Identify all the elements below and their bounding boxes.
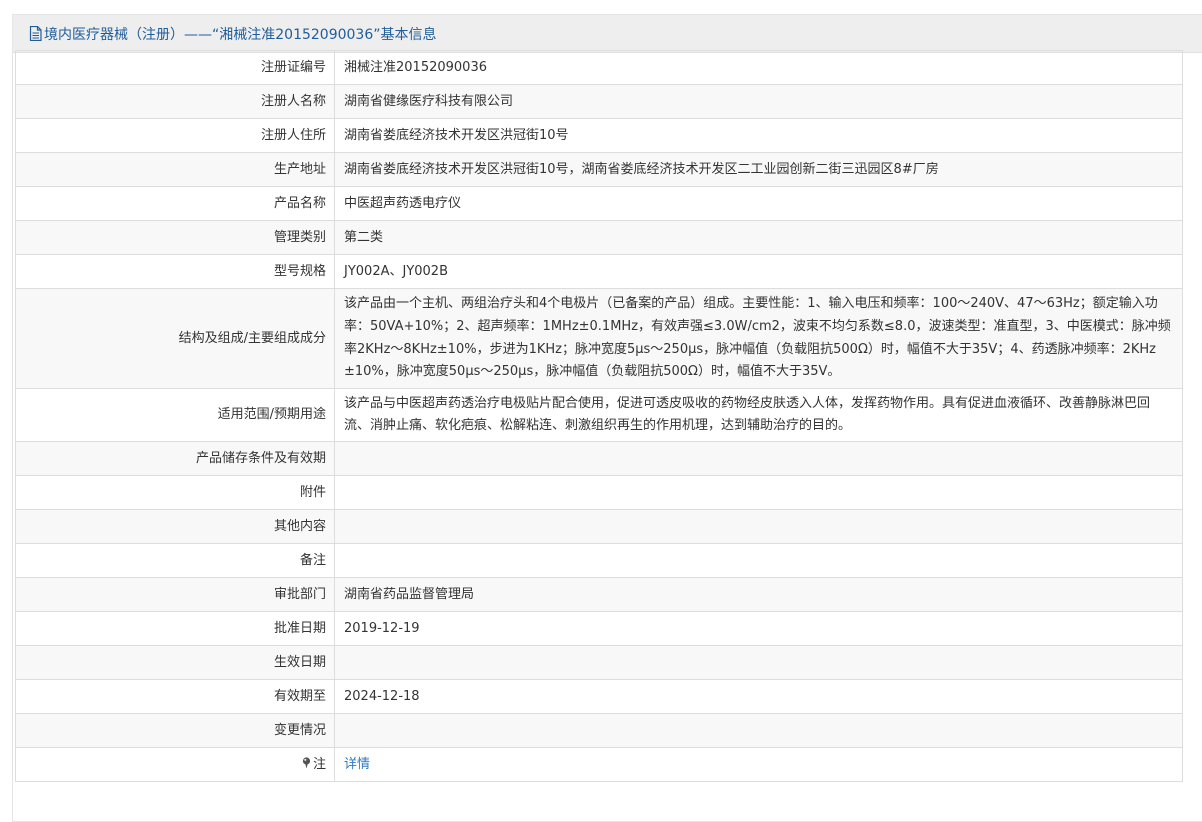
- row-value: JY002A、JY002B: [334, 254, 1183, 289]
- detail-link[interactable]: 详情: [344, 757, 370, 772]
- info-table: 注册证编号 湘械注准20152090036 注册人名称 湖南省健缘医疗科技有限公…: [15, 50, 1183, 783]
- row-label: 生产地址: [15, 152, 335, 187]
- row-value: 湖南省健缘医疗科技有限公司: [334, 84, 1183, 119]
- row-value: 湖南省药品监督管理局: [334, 577, 1183, 613]
- row-label: 批准日期: [15, 611, 335, 647]
- table-row: 批准日期 2019-12-19: [15, 611, 1183, 647]
- table-row: 产品储存条件及有效期: [15, 441, 1183, 477]
- row-value: [334, 645, 1183, 681]
- row-label: 注册人住所: [15, 118, 335, 153]
- row-label: 变更情况: [15, 713, 335, 749]
- row-label: 产品名称: [15, 186, 335, 221]
- row-value: 湖南省娄底经济技术开发区洪冠街10号，湖南省娄底经济技术开发区二工业园创新二街三…: [334, 152, 1183, 187]
- row-label: 有效期至: [15, 679, 335, 715]
- table-row: 审批部门 湖南省药品监督管理局: [15, 577, 1183, 613]
- note-row: 注 详情: [15, 747, 1183, 783]
- row-label: 管理类别: [15, 220, 335, 255]
- table-row: 有效期至 2024-12-18: [15, 679, 1183, 715]
- row-value: [334, 441, 1183, 477]
- row-label: 注册人名称: [15, 84, 335, 119]
- table-row: 变更情况: [15, 713, 1183, 749]
- table-row: 型号规格 JY002A、JY002B: [15, 254, 1183, 289]
- row-label: 审批部门: [15, 577, 335, 613]
- row-value: 中医超声药透电疗仪: [334, 186, 1183, 221]
- table-row: 产品名称 中医超声药透电疗仪: [15, 186, 1183, 221]
- page-title: 境内医疗器械（注册）——“湘械注准20152090036”基本信息: [44, 26, 437, 43]
- table-row: 结构及组成/主要组成成分 该产品由一个主机、两组治疗头和4个电极片（已备案的产品…: [15, 287, 1183, 390]
- row-label: 型号规格: [15, 254, 335, 289]
- row-label: 生效日期: [15, 645, 335, 681]
- row-value: [334, 475, 1183, 511]
- row-value: 第二类: [334, 220, 1183, 255]
- row-label: 备注: [15, 543, 335, 579]
- row-value: [334, 713, 1183, 749]
- table-row: 管理类别 第二类: [15, 220, 1183, 255]
- row-value: 湖南省娄底经济技术开发区洪冠街10号: [334, 118, 1183, 153]
- row-value: 2024-12-18: [334, 679, 1183, 715]
- table-row: 注册人名称 湖南省健缘医疗科技有限公司: [15, 84, 1183, 119]
- note-label: 注: [312, 756, 326, 772]
- table-row: 其他内容: [15, 509, 1183, 545]
- panel-header: 境内医疗器械（注册）——“湘械注准20152090036”基本信息: [13, 15, 1202, 53]
- table-row: 生效日期: [15, 645, 1183, 681]
- row-value: 湘械注准20152090036: [334, 50, 1183, 85]
- table-row: 备注: [15, 543, 1183, 579]
- table-row: 生产地址 湖南省娄底经济技术开发区洪冠街10号，湖南省娄底经济技术开发区二工业园…: [15, 152, 1183, 187]
- table-row: 注册证编号 湘械注准20152090036: [15, 50, 1183, 85]
- row-label: 其他内容: [15, 509, 335, 545]
- row-value: [334, 543, 1183, 579]
- row-value: [334, 509, 1183, 545]
- row-label: 附件: [15, 475, 335, 511]
- table-row: 注册人住所 湖南省娄底经济技术开发区洪冠街10号: [15, 118, 1183, 153]
- row-label: 产品储存条件及有效期: [15, 441, 335, 477]
- note-label-cell: 注: [15, 747, 335, 783]
- row-label: 注册证编号: [15, 50, 335, 85]
- row-label: 适用范围/预期用途: [15, 388, 335, 443]
- row-value: 2019-12-19: [334, 611, 1183, 647]
- note-value: 详情: [334, 747, 1183, 783]
- document-icon: [29, 26, 42, 41]
- table-row: 附件: [15, 475, 1183, 511]
- pin-icon: [302, 757, 311, 769]
- row-label: 结构及组成/主要组成成分: [15, 287, 335, 390]
- row-value: 该产品由一个主机、两组治疗头和4个电极片（已备案的产品）组成。主要性能：1、输入…: [334, 287, 1183, 390]
- row-value: 该产品与中医超声药透治疗电极贴片配合使用，促进可透皮吸收的药物经皮肤透入人体，发…: [334, 388, 1183, 443]
- table-row: 适用范围/预期用途 该产品与中医超声药透治疗电极贴片配合使用，促进可透皮吸收的药…: [15, 388, 1183, 443]
